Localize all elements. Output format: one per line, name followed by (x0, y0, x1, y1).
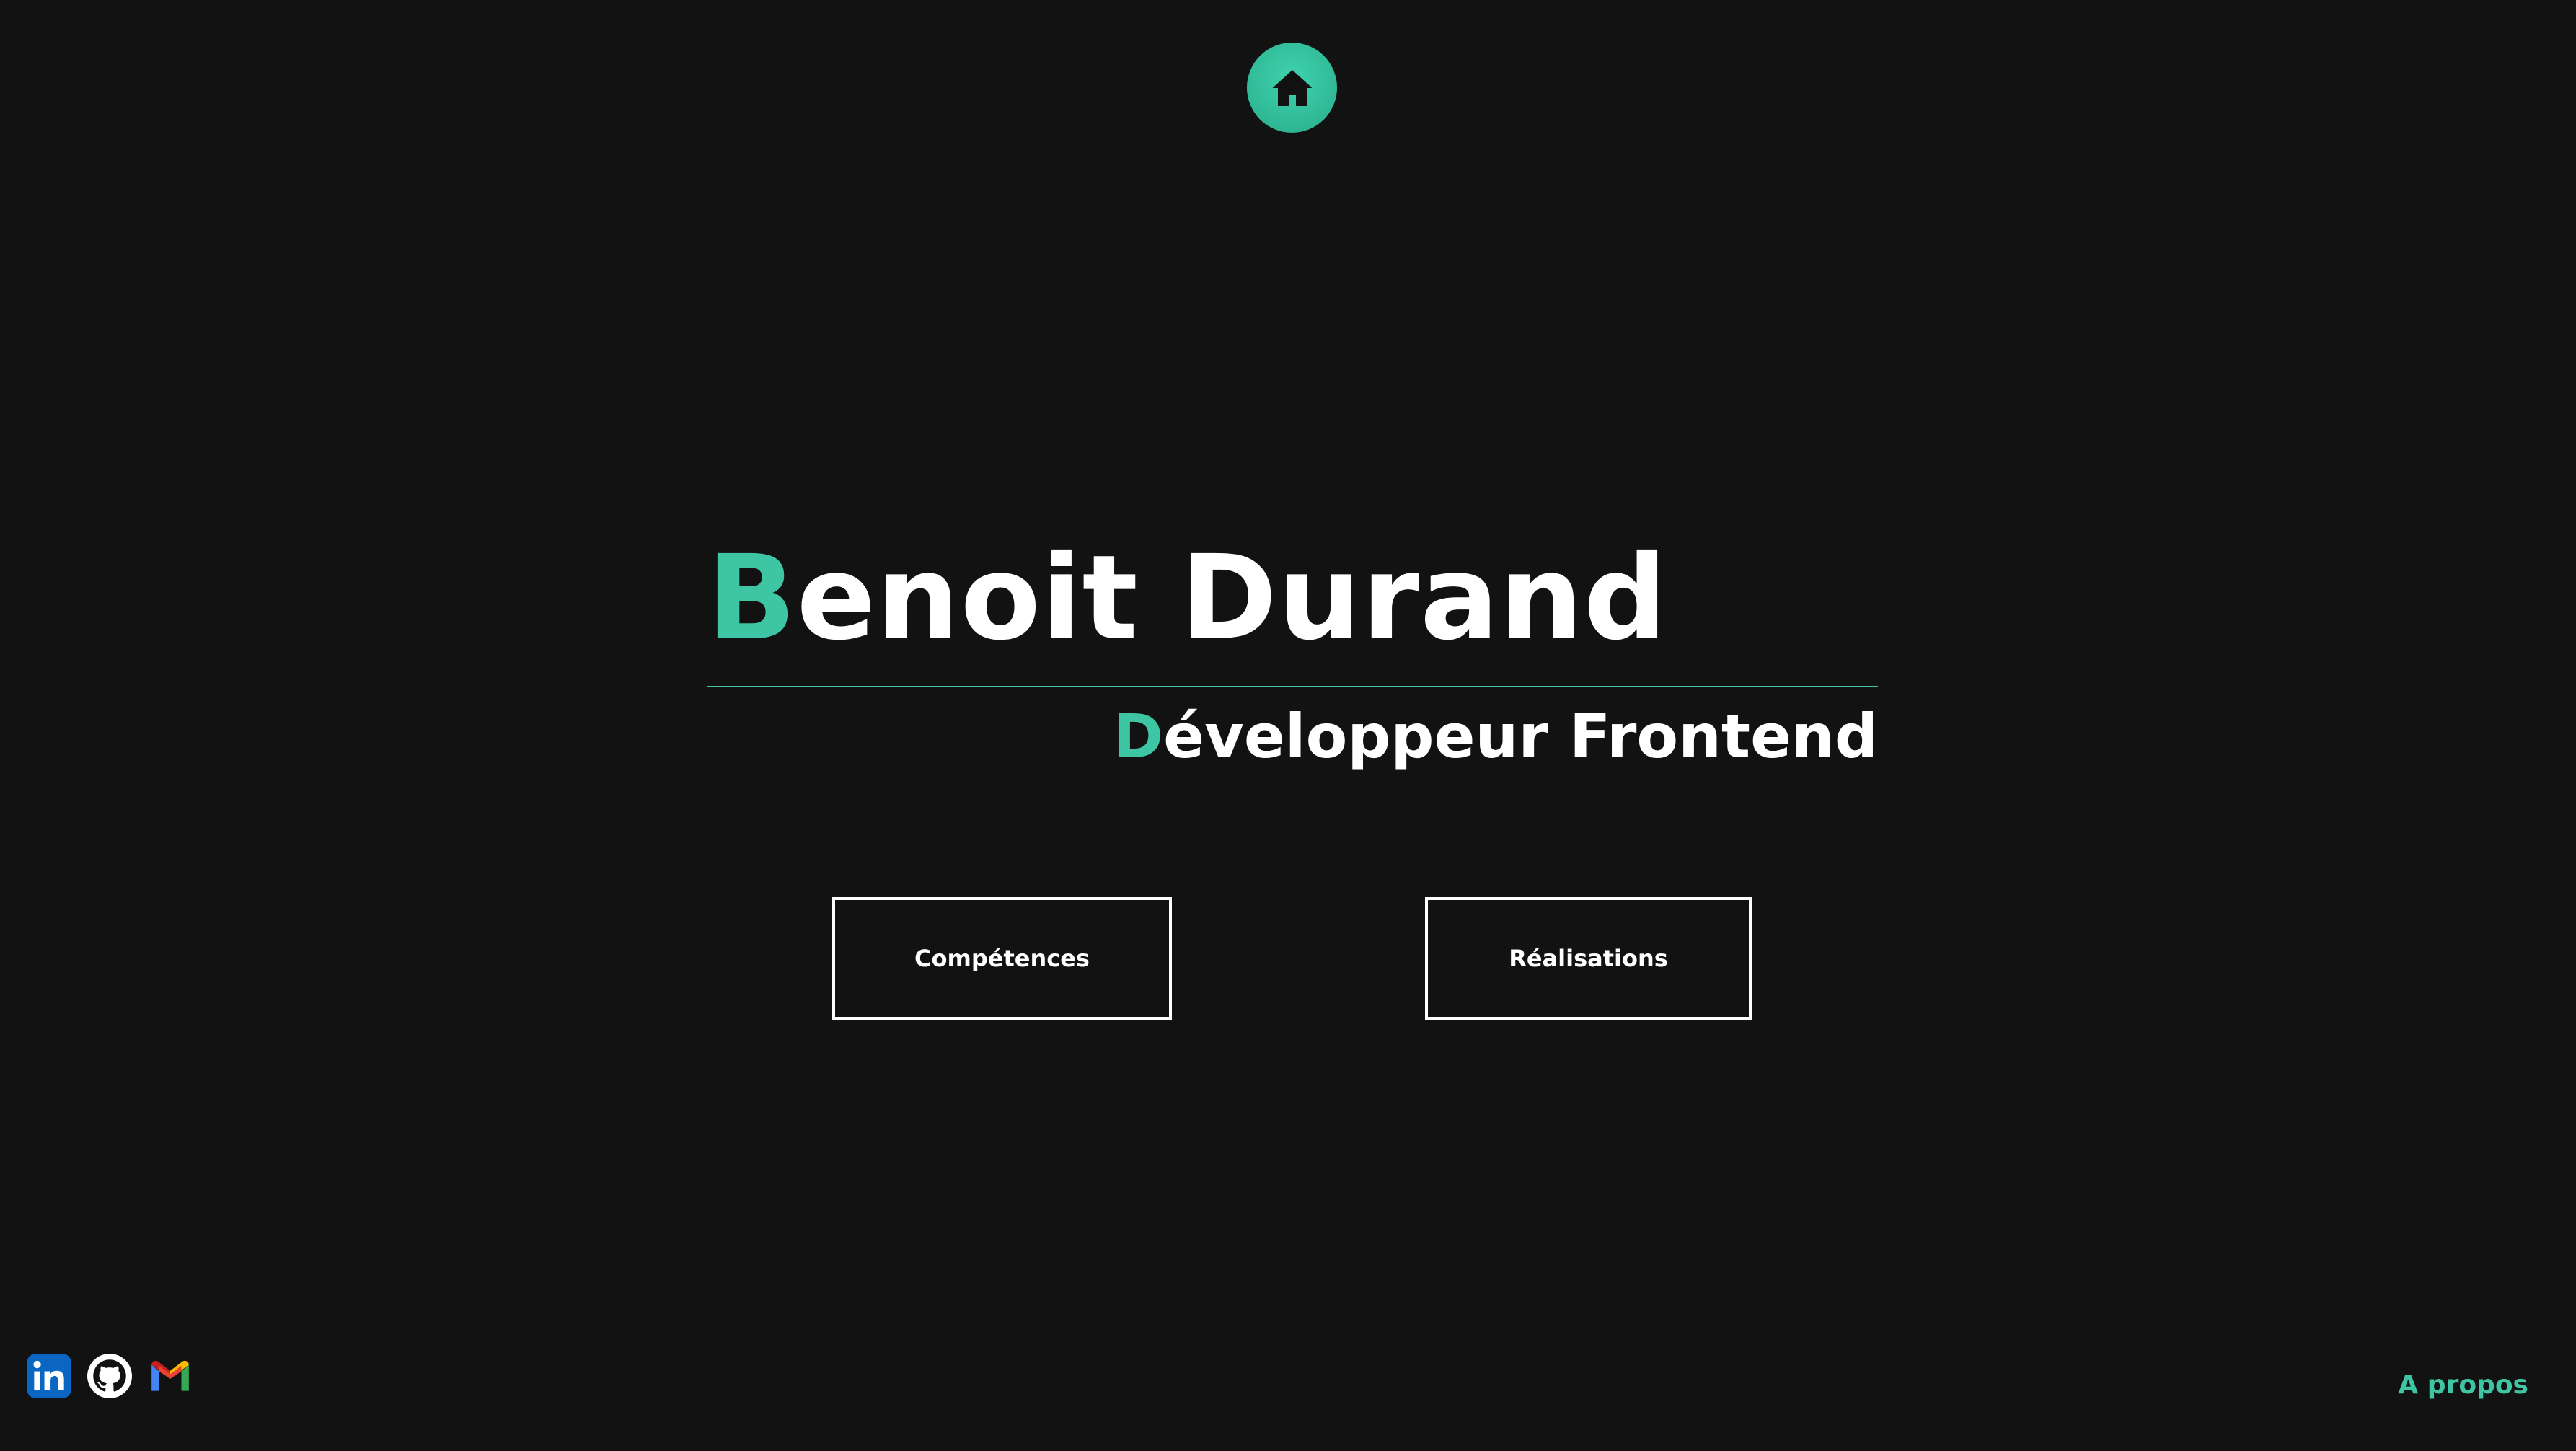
home-icon (1272, 69, 1312, 106)
competences-button[interactable]: Compétences (832, 897, 1172, 1020)
github-icon (87, 1354, 132, 1398)
realisations-button[interactable]: Réalisations (1425, 897, 1752, 1020)
linkedin-icon (27, 1354, 71, 1398)
name-rest: enoit Durand (796, 531, 1668, 666)
social-links (27, 1354, 193, 1398)
gmail-icon (151, 1360, 189, 1391)
github-link[interactable] (87, 1354, 132, 1398)
home-button[interactable] (1247, 43, 1337, 133)
competences-button-label: Compétences (914, 945, 1090, 972)
role-rest: éveloppeur Frontend (1163, 701, 1878, 772)
hero-divider (707, 686, 1878, 687)
linkedin-link[interactable] (27, 1354, 71, 1398)
role-initial: D (1113, 701, 1164, 772)
gmail-link[interactable] (148, 1354, 193, 1398)
name-initial: B (707, 531, 797, 666)
page: Benoit Durand Développeur Frontend Compé… (0, 0, 2576, 1451)
hero-role: Développeur Frontend (1113, 697, 1878, 776)
about-link[interactable]: A propos (2398, 1370, 2528, 1400)
hero-name: Benoit Durand (707, 526, 1878, 671)
hero: Benoit Durand Développeur Frontend (707, 526, 1878, 772)
realisations-button-label: Réalisations (1509, 945, 1668, 972)
